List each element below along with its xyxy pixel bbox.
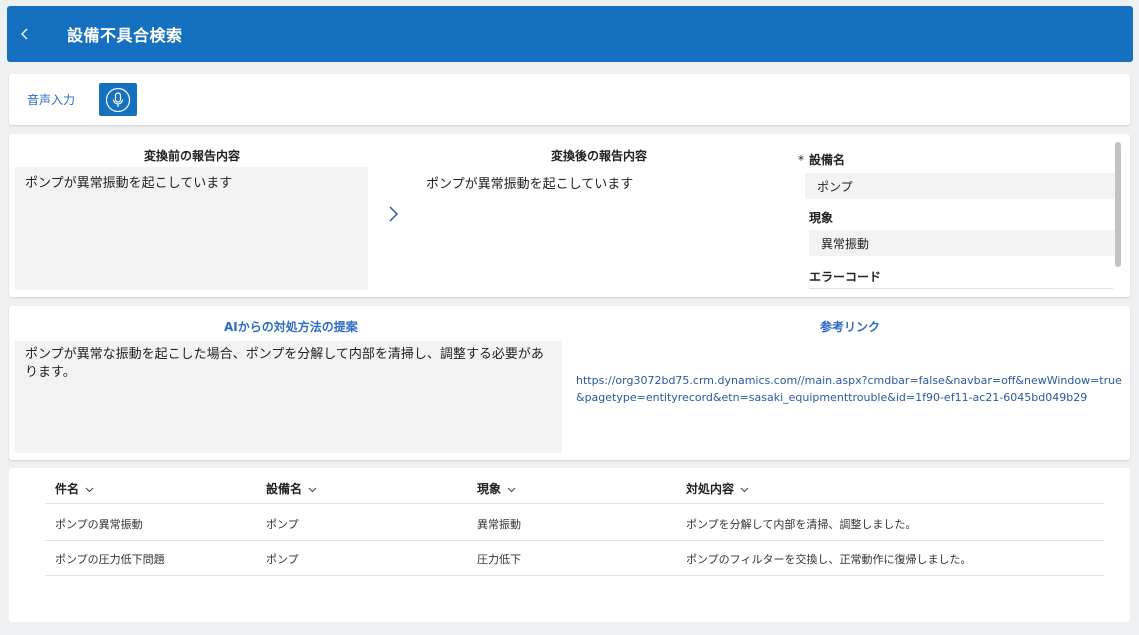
header-divider	[45, 503, 1104, 504]
voice-input-card: 音声入力	[9, 74, 1130, 125]
equipment-name-field[interactable]: ポンプ	[805, 173, 1115, 199]
phenomenon-label: 現象	[809, 211, 834, 225]
column-header-equipment[interactable]: 設備名	[266, 480, 317, 497]
microphone-icon	[105, 87, 131, 112]
chevron-down-icon	[308, 487, 317, 492]
column-header-equipment-label: 設備名	[266, 482, 303, 496]
form-divider	[809, 288, 1113, 289]
chevron-down-icon	[740, 487, 749, 492]
back-button[interactable]	[7, 6, 43, 62]
column-header-subject-label: 件名	[55, 482, 80, 496]
after-report-text: ポンプが異常振動を起こしています	[426, 177, 634, 192]
equipment-name-label: * 設備名	[798, 151, 845, 168]
form-scrollbar[interactable]	[1115, 142, 1121, 267]
phenomenon-field[interactable]: 異常振動	[809, 230, 1115, 256]
app-header: 設備不具合検索	[7, 6, 1133, 62]
column-header-subject[interactable]: 件名	[55, 480, 94, 497]
equipment-name-label-text: 設備名	[809, 153, 846, 167]
mic-button[interactable]	[99, 83, 138, 116]
row-divider	[45, 540, 1104, 541]
equipment-form: * 設備名 ポンプ 現象 異常振動 エラーコード	[795, 144, 1115, 294]
page-title: 設備不具合検索	[67, 26, 183, 45]
reference-link-title: 参考リンク	[820, 320, 881, 334]
before-report-textarea[interactable]: ポンプが異常振動を起こしています	[15, 167, 368, 290]
voice-input-label: 音声入力	[27, 93, 76, 107]
chevron-left-icon	[21, 28, 28, 40]
table-cell-equipment: ポンプ	[266, 518, 299, 531]
column-header-action-label: 対処内容	[686, 482, 735, 496]
table-cell-subject[interactable]: ポンプの異常振動	[55, 516, 143, 532]
table-cell-action: ポンプのフィルターを交換し、正常動作に復帰しました。	[686, 553, 972, 566]
required-mark: *	[798, 153, 804, 167]
results-table: 件名 設備名 現象 対処内容 ポンプの異常振動 ポンプ 異常振動 ポンプを分解し…	[9, 468, 1130, 622]
column-header-phenomenon-label: 現象	[477, 482, 502, 496]
ai-suggestion-title: AIからの対処方法の提案	[224, 320, 358, 334]
before-report-title: 変換前の報告内容	[144, 149, 241, 163]
table-cell-action: ポンプを分解して内部を清掃、調整しました。	[686, 518, 917, 531]
after-report-title: 変換後の報告内容	[551, 149, 648, 163]
table-cell-phenomenon: 圧力低下	[477, 553, 521, 566]
chevron-down-icon	[85, 487, 94, 492]
column-header-action[interactable]: 対処内容	[686, 480, 749, 497]
ai-suggestion-text: ポンプが異常な振動を起こした場合、ポンプを分解して内部を清掃し、調整する必要があ…	[15, 341, 562, 453]
row-divider	[45, 575, 1104, 576]
table-cell-subject[interactable]: ポンプの圧力低下問題	[55, 551, 165, 567]
column-header-phenomenon[interactable]: 現象	[477, 480, 516, 497]
error-code-label: エラーコード	[809, 270, 882, 284]
report-card: 変換前の報告内容 ポンプが異常振動を起こしています 変換後の報告内容 ポンプが異…	[9, 134, 1130, 297]
chevron-down-icon	[507, 487, 516, 492]
ai-suggestion-card: AIからの対処方法の提案 ポンプが異常な振動を起こした場合、ポンプを分解して内部…	[9, 306, 1130, 460]
table-cell-phenomenon: 異常振動	[477, 518, 521, 531]
table-cell-equipment: ポンプ	[266, 553, 299, 566]
chevron-right-icon	[389, 206, 399, 222]
convert-arrow[interactable]	[387, 204, 403, 228]
reference-link[interactable]: https://org3072bd75.crm.dynamics.com//ma…	[576, 373, 1130, 406]
